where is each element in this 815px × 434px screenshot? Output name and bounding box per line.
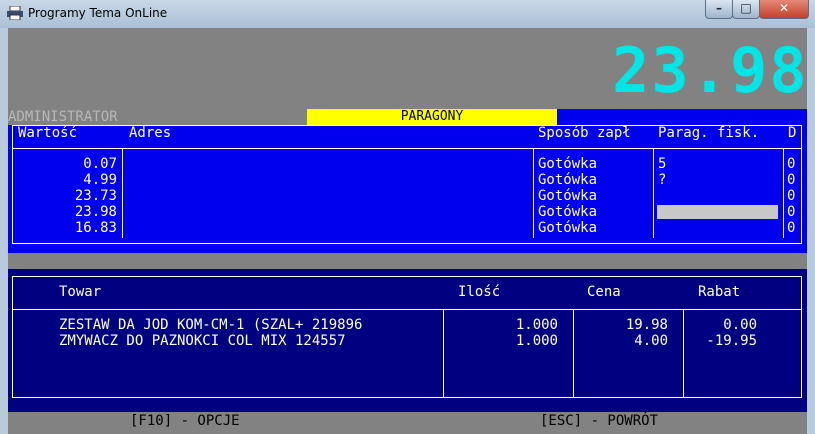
window-title: Programy Tema OnLine (28, 6, 168, 20)
cell-discount: 0.00 (723, 317, 757, 333)
column-header-quantity[interactable]: Ilość (458, 284, 500, 300)
user-label: ADMINISTRATOR (8, 109, 118, 125)
cell-value: 4.99 (83, 172, 117, 188)
options-key-hint[interactable]: [F10] - OPCJE (130, 413, 240, 429)
cell-payment: Gotówka (538, 188, 598, 204)
close-button[interactable]: ✕ (759, 0, 809, 19)
maximize-button[interactable]: □ (732, 0, 760, 19)
column-header-payment[interactable]: Sposób zapł (538, 125, 631, 141)
cell-product: ZESTAW DA JOD KOM-CM-1 (SZAL+ 219896 (59, 317, 363, 333)
window-frame-left (0, 28, 8, 434)
table-row-selected[interactable]: 23.98 Gotówka 0 (12, 204, 802, 220)
cell-d: 0 (787, 204, 796, 220)
cell-d: 0 (787, 188, 796, 204)
panel-header-strip (557, 109, 807, 125)
column-header-fiscal[interactable]: Parag. fisk. (658, 125, 759, 141)
cell-d: 0 (787, 156, 796, 172)
cell-payment: Gotówka (538, 156, 598, 172)
table-row[interactable]: 16.83 Gotówka 0 (12, 220, 802, 236)
table-row[interactable]: ZMYWACZ DO PAZNOKCI COL MIX 124557 1.000… (12, 333, 802, 349)
cell-value: 23.98 (74, 204, 117, 220)
cell-price: 4.00 (634, 333, 668, 349)
minimize-button[interactable]: – (705, 0, 733, 19)
cell-payment: Gotówka (538, 172, 598, 188)
back-key-hint[interactable]: [ESC] - POWRÓT (540, 413, 658, 429)
column-header-d[interactable]: D (788, 125, 796, 141)
cell-payment: Gotówka (538, 204, 598, 220)
cell-value: 23.73 (74, 188, 117, 204)
column-header-address[interactable]: Adres (129, 125, 171, 141)
cell-price: 19.98 (625, 317, 668, 333)
section-title-bar: PARAGONY (307, 109, 557, 125)
cell-quantity: 1.000 (515, 317, 558, 333)
column-header-discount[interactable]: Rabat (698, 284, 740, 300)
cell-quantity: 1.000 (515, 333, 558, 349)
cell-product: ZMYWACZ DO PAZNOKCI COL MIX 124557 (59, 333, 346, 349)
app-printer-icon (7, 6, 23, 20)
cell-fiscal: 5 (658, 156, 667, 172)
column-header-value[interactable]: Wartość (18, 125, 77, 141)
cell-value: 16.83 (74, 220, 117, 236)
cell-d: 0 (787, 172, 796, 188)
table-row[interactable]: 4.99 Gotówka ? 0 (12, 172, 802, 188)
table-row[interactable]: 0.07 Gotówka 5 0 (12, 156, 802, 172)
panel-gap (8, 253, 807, 269)
header-separator (12, 148, 802, 149)
cell-payment: Gotówka (538, 220, 598, 236)
total-display: 23.98 (612, 34, 809, 107)
function-key-bar (8, 412, 807, 434)
cell-fiscal: ? (658, 172, 667, 188)
cell-d: 0 (787, 220, 796, 236)
cell-value: 0.07 (83, 156, 117, 172)
column-header-price[interactable]: Cena (587, 284, 621, 300)
column-header-product[interactable]: Towar (59, 284, 101, 300)
table-row[interactable]: ZESTAW DA JOD KOM-CM-1 (SZAL+ 219896 1.0… (12, 317, 802, 333)
cell-discount: -19.95 (706, 333, 757, 349)
table-row[interactable]: 23.73 Gotówka 0 (12, 188, 802, 204)
